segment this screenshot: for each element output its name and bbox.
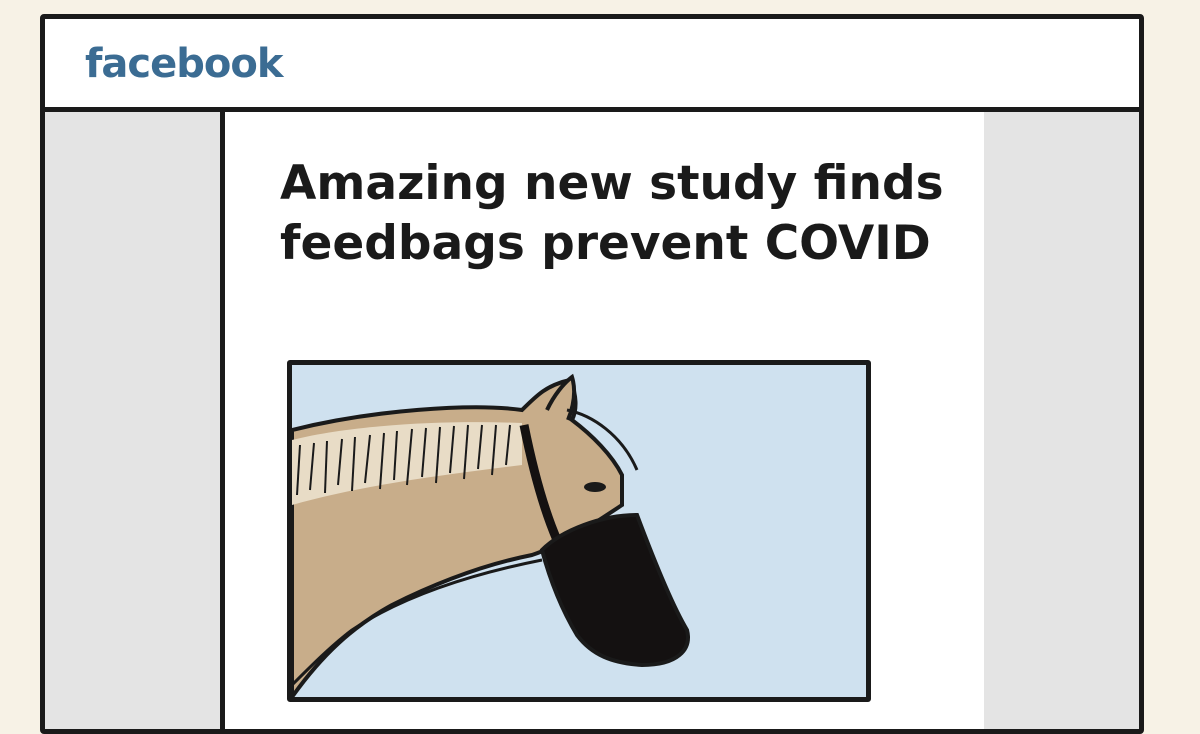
horse-eye (584, 482, 606, 492)
feed-post: Amazing new study finds feedbags prevent… (225, 112, 984, 729)
left-sidebar (45, 112, 225, 729)
post-image[interactable] (287, 360, 871, 702)
post-headline[interactable]: Amazing new study finds feedbags prevent… (280, 154, 960, 274)
top-navigation-bar: facebook (45, 19, 1139, 112)
right-sidebar (979, 112, 1139, 729)
feedbag (539, 512, 690, 668)
horse-illustration (292, 373, 690, 697)
browser-window: facebook Amazing new study finds feedbag… (40, 14, 1144, 734)
facebook-logo[interactable]: facebook (85, 41, 283, 87)
